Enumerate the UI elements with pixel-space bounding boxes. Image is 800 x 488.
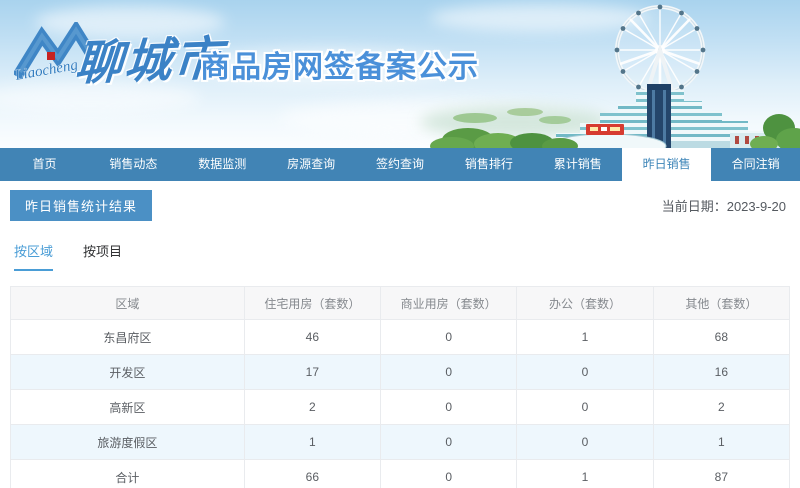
cell-value: 0: [381, 355, 517, 390]
cell-value: 1: [653, 425, 789, 460]
cell-value: 0: [381, 460, 517, 488]
cell-value: 2: [653, 390, 789, 425]
cell-region: 合计: [11, 460, 245, 488]
content-area: 昨日销售统计结果 当前日期：2023-9-20 按区域 按项目 区域 住宅用房（…: [0, 190, 800, 488]
nav-item-contract-search[interactable]: 签约查询: [356, 148, 445, 181]
tab-by-project[interactable]: 按项目: [83, 241, 122, 271]
cell-value: 66: [244, 460, 380, 488]
nav-item-data-monitoring[interactable]: 数据监测: [178, 148, 267, 181]
col-header-office: 办公（套数）: [517, 287, 653, 320]
site-title-text: 商品房网签备案公示: [200, 42, 479, 86]
cell-value: 0: [517, 390, 653, 425]
cell-value: 1: [517, 320, 653, 355]
nav-item-housing-search[interactable]: 房源查询: [267, 148, 356, 181]
cell-value: 0: [381, 390, 517, 425]
table-header-row: 区域 住宅用房（套数） 商业用房（套数） 办公（套数） 其他（套数）: [11, 287, 790, 320]
col-header-residential: 住宅用房（套数）: [244, 287, 380, 320]
col-header-commercial: 商业用房（套数）: [381, 287, 517, 320]
cell-value: 87: [653, 460, 789, 488]
nav-item-home[interactable]: 首页: [0, 148, 89, 181]
table-row: 开发区 17 0 0 16: [11, 355, 790, 390]
cell-value: 46: [244, 320, 380, 355]
cell-value: 0: [517, 425, 653, 460]
cell-value: 1: [517, 460, 653, 488]
cell-region: 高新区: [11, 390, 245, 425]
cell-value: 68: [653, 320, 789, 355]
table-row-total: 合计 66 0 1 87: [11, 460, 790, 488]
ferris-wheel-illustration: [615, 5, 706, 96]
cell-value: 0: [381, 425, 517, 460]
cell-region: 旅游度假区: [11, 425, 245, 460]
cell-region: 东昌府区: [11, 320, 245, 355]
view-tabs: 按区域 按项目: [10, 241, 790, 271]
cell-value: 0: [381, 320, 517, 355]
table-row: 东昌府区 46 0 1 68: [11, 320, 790, 355]
col-header-region: 区域: [11, 287, 245, 320]
cell-region: 开发区: [11, 355, 245, 390]
nav-item-yesterday-sales[interactable]: 昨日销售: [622, 148, 711, 186]
current-date-label: 当前日期：2023-9-20: [662, 196, 790, 215]
banner: Liaocheng 聊城市 商品房网签备案公示: [0, 0, 800, 148]
cell-value: 1: [244, 425, 380, 460]
table-row: 高新区 2 0 0 2: [11, 390, 790, 425]
nav-item-contract-cancellation[interactable]: 合同注销: [711, 148, 800, 181]
nav-item-cumulative-sales[interactable]: 累计销售: [533, 148, 622, 181]
main-nav: 首页 销售动态 数据监测 房源查询 签约查询 销售排行 累计销售 昨日销售 合同…: [0, 148, 800, 181]
nav-item-sales-dynamics[interactable]: 销售动态: [89, 148, 178, 181]
nav-item-sales-ranking[interactable]: 销售排行: [444, 148, 533, 181]
cell-value: 2: [244, 390, 380, 425]
cell-value: 16: [653, 355, 789, 390]
title-row: 昨日销售统计结果 当前日期：2023-9-20: [10, 190, 790, 221]
page-title: 昨日销售统计结果: [10, 190, 152, 221]
cell-value: 0: [517, 355, 653, 390]
table-row: 旅游度假区 1 0 0 1: [11, 425, 790, 460]
tab-by-region[interactable]: 按区域: [14, 241, 53, 271]
sales-statistics-table: 区域 住宅用房（套数） 商业用房（套数） 办公（套数） 其他（套数） 东昌府区 …: [10, 286, 790, 488]
col-header-other: 其他（套数）: [653, 287, 789, 320]
cell-value: 17: [244, 355, 380, 390]
